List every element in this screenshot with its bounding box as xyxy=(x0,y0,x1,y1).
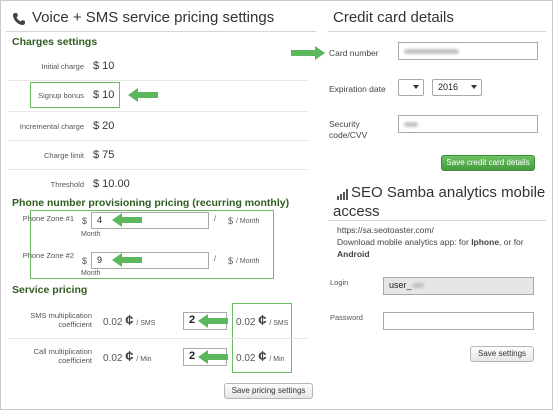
masked-login xyxy=(411,283,424,288)
row-divider xyxy=(8,140,308,141)
zone-slash: / xyxy=(214,216,216,223)
row-divider xyxy=(8,338,308,339)
row-divider xyxy=(8,111,308,112)
charges-heading: Charges settings xyxy=(12,36,98,48)
android-link[interactable]: Android xyxy=(337,249,370,259)
security-code-input[interactable] xyxy=(398,115,538,133)
base-unit: / SMS xyxy=(136,320,156,327)
login-input[interactable]: user_ xyxy=(383,277,534,295)
credit-panel-title: Credit card details xyxy=(333,9,454,26)
download-prefix: Download mobile analytics app: for xyxy=(337,237,472,247)
login-label: Login xyxy=(330,278,349,287)
arrow-right-icon xyxy=(291,46,325,60)
arrow-left-icon xyxy=(112,253,142,267)
zone-result-currency: $ xyxy=(228,216,234,226)
service-result: 0.02 ¢ / SMS xyxy=(236,312,288,329)
zone-month-label: Month xyxy=(81,231,101,238)
provisioning-heading: Phone number provisioning pricing (recur… xyxy=(12,197,290,209)
result-unit: / Min xyxy=(269,356,285,363)
charge-label: Signup bonus xyxy=(38,91,84,100)
title-divider xyxy=(328,31,546,32)
zone-currency: $ xyxy=(82,256,88,266)
save-credit-card-button[interactable]: Save credit card details xyxy=(441,155,535,171)
base-value: 0.02 xyxy=(103,317,123,328)
samba-url: https://sa.seotoaster.com/ xyxy=(337,225,434,235)
row-divider xyxy=(8,80,308,81)
service-result: 0.02 ¢ / Min xyxy=(236,348,285,365)
service-heading: Service pricing xyxy=(12,284,88,296)
samba-panel: SEO Samba analytics mobile access https:… xyxy=(322,180,552,410)
zone-result-currency: $ xyxy=(228,256,234,266)
save-pricing-button[interactable]: Save pricing settings xyxy=(224,383,313,399)
charge-value: $ 10 xyxy=(93,89,115,101)
title-divider xyxy=(328,220,546,221)
charge-value: $ 10.00 xyxy=(93,178,130,190)
card-number-label: Card number xyxy=(329,48,379,58)
phone-icon xyxy=(12,12,26,26)
base-value: 0.02 xyxy=(103,353,123,364)
result-value: 0.02 xyxy=(236,317,256,328)
zone-label: Phone Zone #2 xyxy=(22,251,74,260)
login-value: user_ xyxy=(389,280,412,290)
base-unit: / Min xyxy=(136,356,152,363)
service-base: 0.02 ¢ / Min xyxy=(103,348,152,365)
voice-panel-title: Voice + SMS service pricing settings xyxy=(32,9,275,26)
charge-label: Initial charge xyxy=(41,62,84,71)
zone-month-label: Month xyxy=(81,270,101,277)
arrow-left-icon xyxy=(198,350,228,364)
card-number-input[interactable] xyxy=(398,42,538,60)
service-label: SMS multiplication coefficient xyxy=(30,311,92,329)
arrow-left-icon xyxy=(128,88,158,102)
save-settings-button[interactable]: Save settings xyxy=(470,346,534,362)
zone-result-unit: / Month xyxy=(236,258,260,265)
masked-card-number xyxy=(404,49,459,54)
zone-slash: / xyxy=(214,256,216,263)
charge-label: Threshold xyxy=(50,180,84,189)
charge-label: Incremental charge xyxy=(19,122,84,131)
title-divider xyxy=(6,31,316,32)
credit-panel: Credit card details Card number Expirati… xyxy=(291,0,552,180)
charge-value: $ 20 xyxy=(93,120,115,132)
charge-value: $ 75 xyxy=(93,149,115,161)
chevron-down-icon xyxy=(413,85,419,89)
masked-security-code xyxy=(404,122,418,127)
service-label: Call multiplication coefficient xyxy=(33,347,92,365)
charge-value: $ 10 xyxy=(93,60,115,72)
zone-result-unit: / Month xyxy=(236,218,260,225)
download-text: Download mobile analytics app: for Iphon… xyxy=(337,236,547,260)
service-base: 0.02 ¢ / SMS xyxy=(103,312,155,329)
or-for-text: , or for xyxy=(499,237,524,247)
chevron-down-icon xyxy=(471,85,477,89)
row-divider xyxy=(8,169,308,170)
expiration-month-select[interactable] xyxy=(398,79,424,96)
cent-symbol: ¢ xyxy=(125,312,134,329)
result-value: 0.02 xyxy=(236,353,256,364)
zone-label: Phone Zone #1 xyxy=(22,214,74,223)
password-input[interactable] xyxy=(383,312,534,330)
arrow-left-icon xyxy=(112,213,142,227)
cent-symbol: ¢ xyxy=(258,348,267,365)
charge-label: Charge limit xyxy=(43,151,84,160)
zone-currency: $ xyxy=(82,216,88,226)
voice-panel: Voice + SMS service pricing settings Cha… xyxy=(0,0,320,410)
expiration-year-value: 2016 xyxy=(438,82,459,92)
password-label: Password xyxy=(330,313,363,322)
zone-price-input[interactable]: 9 xyxy=(91,252,209,269)
expiration-year-select[interactable]: 2016 xyxy=(432,79,482,96)
result-unit: / SMS xyxy=(269,320,289,327)
cent-symbol: ¢ xyxy=(125,348,134,365)
expiration-label: Expiration date xyxy=(329,84,386,94)
zone-price-input[interactable]: 4 xyxy=(91,212,209,229)
iphone-link[interactable]: Iphone xyxy=(471,237,499,247)
samba-panel-title: SEO Samba analytics mobile access xyxy=(333,184,546,220)
cent-symbol: ¢ xyxy=(258,312,267,329)
security-label: Security code/CVV xyxy=(329,119,368,140)
arrow-left-icon xyxy=(198,314,228,328)
